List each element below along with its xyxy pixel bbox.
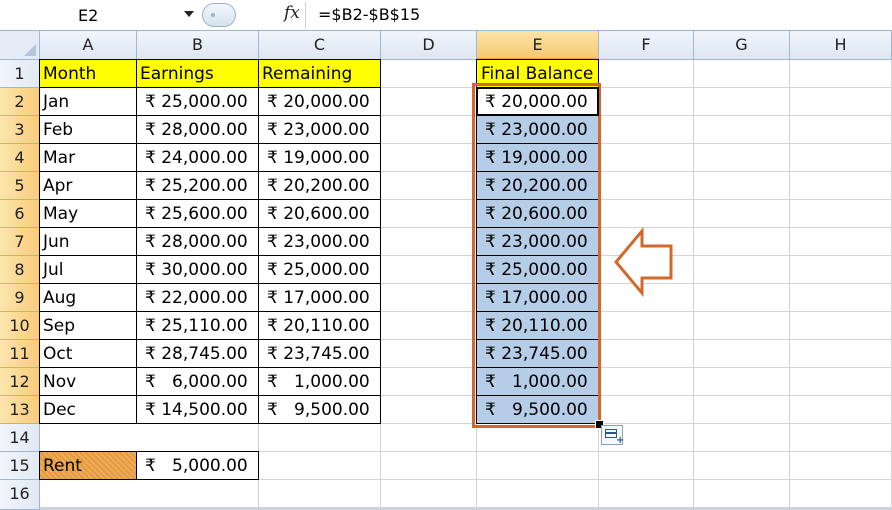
formula-bar-expander[interactable]	[202, 3, 236, 27]
name-box[interactable]: E2	[0, 2, 200, 28]
formula-divider	[305, 2, 306, 29]
left-arrow-icon	[614, 226, 673, 298]
name-box-value: E2	[78, 6, 99, 25]
formula-bar: E2 fx =$B2-$B$15	[0, 0, 892, 31]
grip-icon	[211, 13, 215, 17]
insert-function-icon[interactable]: fx	[284, 3, 300, 23]
formula-input[interactable]: =$B2-$B$15	[318, 5, 420, 24]
spreadsheet-grid[interactable]: ABCDEFGH 1 2 3 4 5 6 7 8 9 10 11 12 13 14 15 16 Month Ea…	[0, 31, 892, 510]
chevron-down-icon[interactable]	[184, 11, 194, 17]
callout-arrow	[614, 226, 673, 298]
